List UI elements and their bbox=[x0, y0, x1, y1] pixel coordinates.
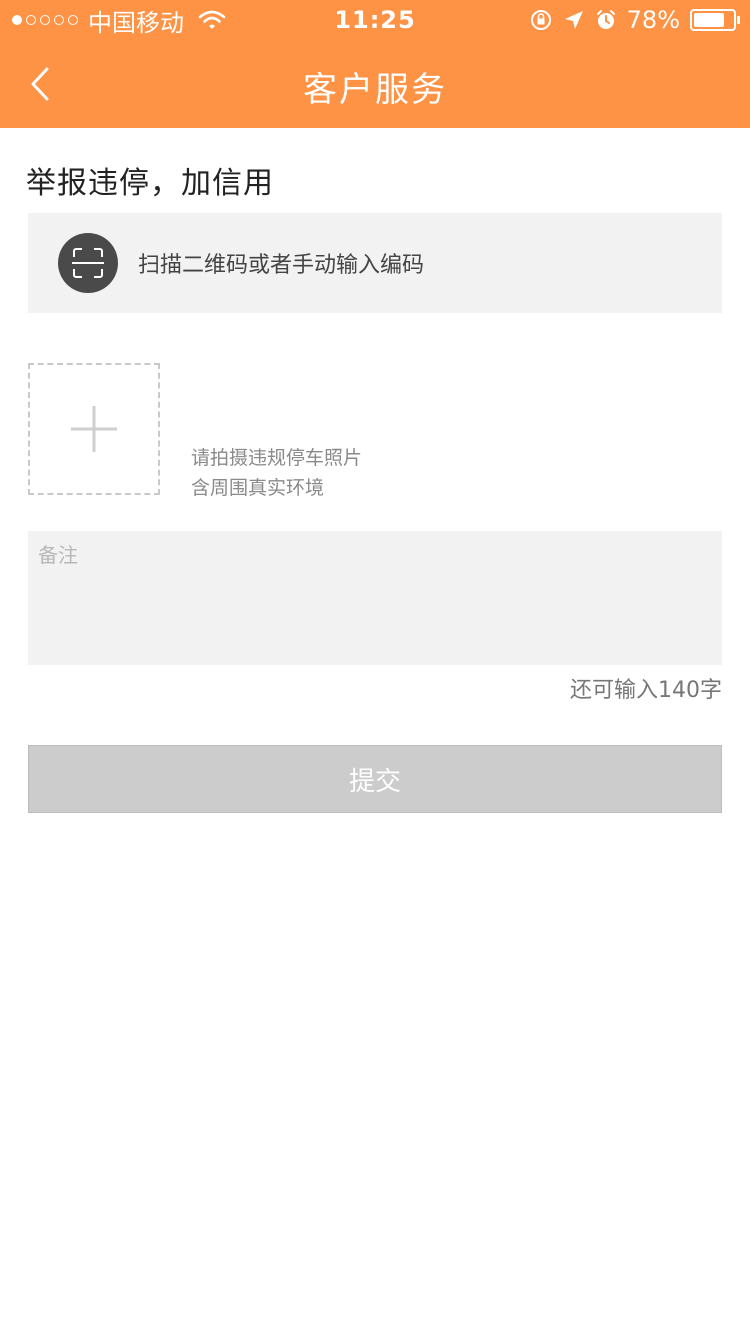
scan-code-label: 扫描二维码或者手动输入编码 bbox=[138, 253, 425, 278]
scan-qr-icon bbox=[58, 233, 118, 293]
photo-hint-line-2: 含周围真实环境 bbox=[191, 477, 325, 499]
location-arrow-icon bbox=[564, 11, 583, 29]
plus-icon bbox=[71, 406, 117, 452]
remark-input[interactable] bbox=[28, 531, 722, 665]
top-bar: 中国移动 11:25 78% 客户服务 bbox=[0, 0, 750, 128]
status-right: 78% bbox=[529, 6, 740, 34]
battery-icon bbox=[690, 9, 740, 31]
battery-level bbox=[694, 13, 724, 27]
navigation-bar: 客户服务 bbox=[0, 40, 750, 128]
submit-button[interactable]: 提交 bbox=[28, 745, 722, 813]
rotation-lock-icon bbox=[530, 10, 551, 30]
status-bar: 中国移动 11:25 78% bbox=[0, 0, 750, 40]
battery-percentage: 78% bbox=[626, 6, 680, 34]
submit-label: 提交 bbox=[348, 766, 401, 797]
alarm-icon bbox=[596, 10, 615, 29]
photo-hint-line-1: 请拍摄违规停车照片 bbox=[191, 447, 363, 469]
scan-code-button[interactable]: 扫描二维码或者手动输入编码 bbox=[28, 213, 722, 313]
add-photo-button[interactable] bbox=[28, 363, 160, 495]
photo-hint: 请拍摄违规停车照片 含周围真实环境 bbox=[191, 443, 362, 503]
character-counter: 还可输入140字 bbox=[570, 678, 722, 703]
page-title: 客户服务 bbox=[303, 70, 447, 110]
section-heading: 举报违停，加信用 bbox=[26, 166, 274, 201]
